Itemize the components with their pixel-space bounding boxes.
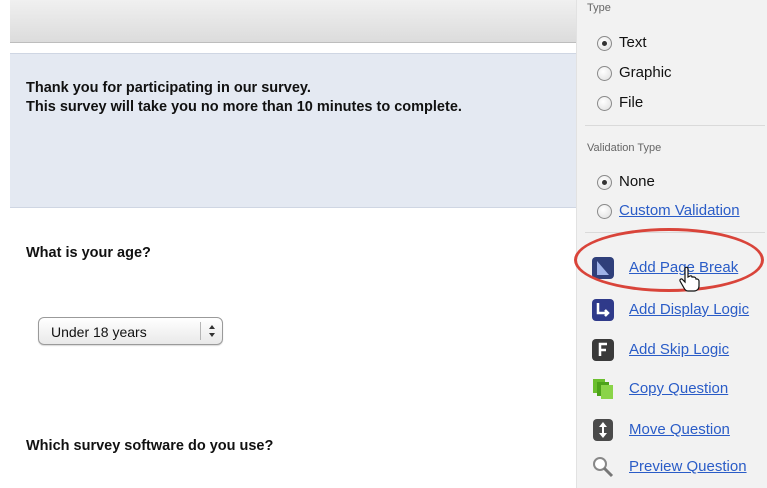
display-logic-icon bbox=[592, 299, 614, 321]
intro-line-1: Thank you for participating in our surve… bbox=[26, 80, 311, 96]
add-skip-logic-link[interactable]: Add Skip Logic bbox=[629, 341, 729, 358]
radio-icon[interactable] bbox=[597, 66, 612, 81]
copy-question-link[interactable]: Copy Question bbox=[629, 380, 728, 397]
divider bbox=[585, 125, 765, 126]
add-display-logic-action[interactable]: Add Display Logic bbox=[591, 296, 767, 326]
add-display-logic-link[interactable]: Add Display Logic bbox=[629, 301, 749, 318]
question-options-sidebar: Type Text Graphic File Validation Type N… bbox=[576, 0, 767, 488]
preview-question-action[interactable]: Preview Question bbox=[591, 453, 767, 483]
type-option-label: Graphic bbox=[619, 64, 672, 81]
type-option-label: Text bbox=[619, 34, 647, 51]
question-software: Which survey software do you use? bbox=[26, 438, 274, 454]
radio-icon[interactable] bbox=[597, 204, 612, 219]
hand-cursor-icon bbox=[679, 266, 700, 292]
add-skip-logic-action[interactable]: Add Skip Logic bbox=[591, 336, 767, 366]
validation-option-label: None bbox=[619, 173, 655, 190]
age-select-value: Under 18 years bbox=[51, 324, 147, 340]
select-updown-icon bbox=[209, 325, 215, 337]
header-spacer bbox=[10, 43, 576, 53]
move-icon bbox=[593, 419, 613, 441]
type-label: Type bbox=[587, 2, 611, 14]
move-question-action[interactable]: Move Question bbox=[591, 416, 767, 446]
magnifier-icon bbox=[593, 457, 614, 478]
intro-block: Thank you for participating in our surve… bbox=[10, 53, 576, 208]
age-select[interactable]: Under 18 years bbox=[38, 317, 223, 345]
question-age: What is your age? bbox=[26, 245, 151, 261]
radio-selected-icon[interactable] bbox=[597, 175, 612, 190]
select-divider bbox=[200, 322, 201, 340]
validation-type-label: Validation Type bbox=[587, 142, 662, 154]
radio-icon[interactable] bbox=[597, 96, 612, 111]
custom-validation-link[interactable]: Custom Validation bbox=[619, 202, 740, 219]
type-option-label: File bbox=[619, 94, 644, 111]
skip-logic-icon bbox=[592, 339, 614, 361]
copy-question-action[interactable]: Copy Question bbox=[591, 375, 767, 405]
intro-line-2: This survey will take you no more than 1… bbox=[26, 99, 462, 115]
preview-question-link[interactable]: Preview Question bbox=[629, 458, 747, 475]
divider bbox=[585, 232, 765, 233]
copy-icon bbox=[593, 379, 613, 399]
radio-selected-icon[interactable] bbox=[597, 36, 612, 51]
survey-header-bar bbox=[10, 0, 576, 43]
page-break-icon bbox=[592, 257, 614, 279]
move-question-link[interactable]: Move Question bbox=[629, 421, 730, 438]
